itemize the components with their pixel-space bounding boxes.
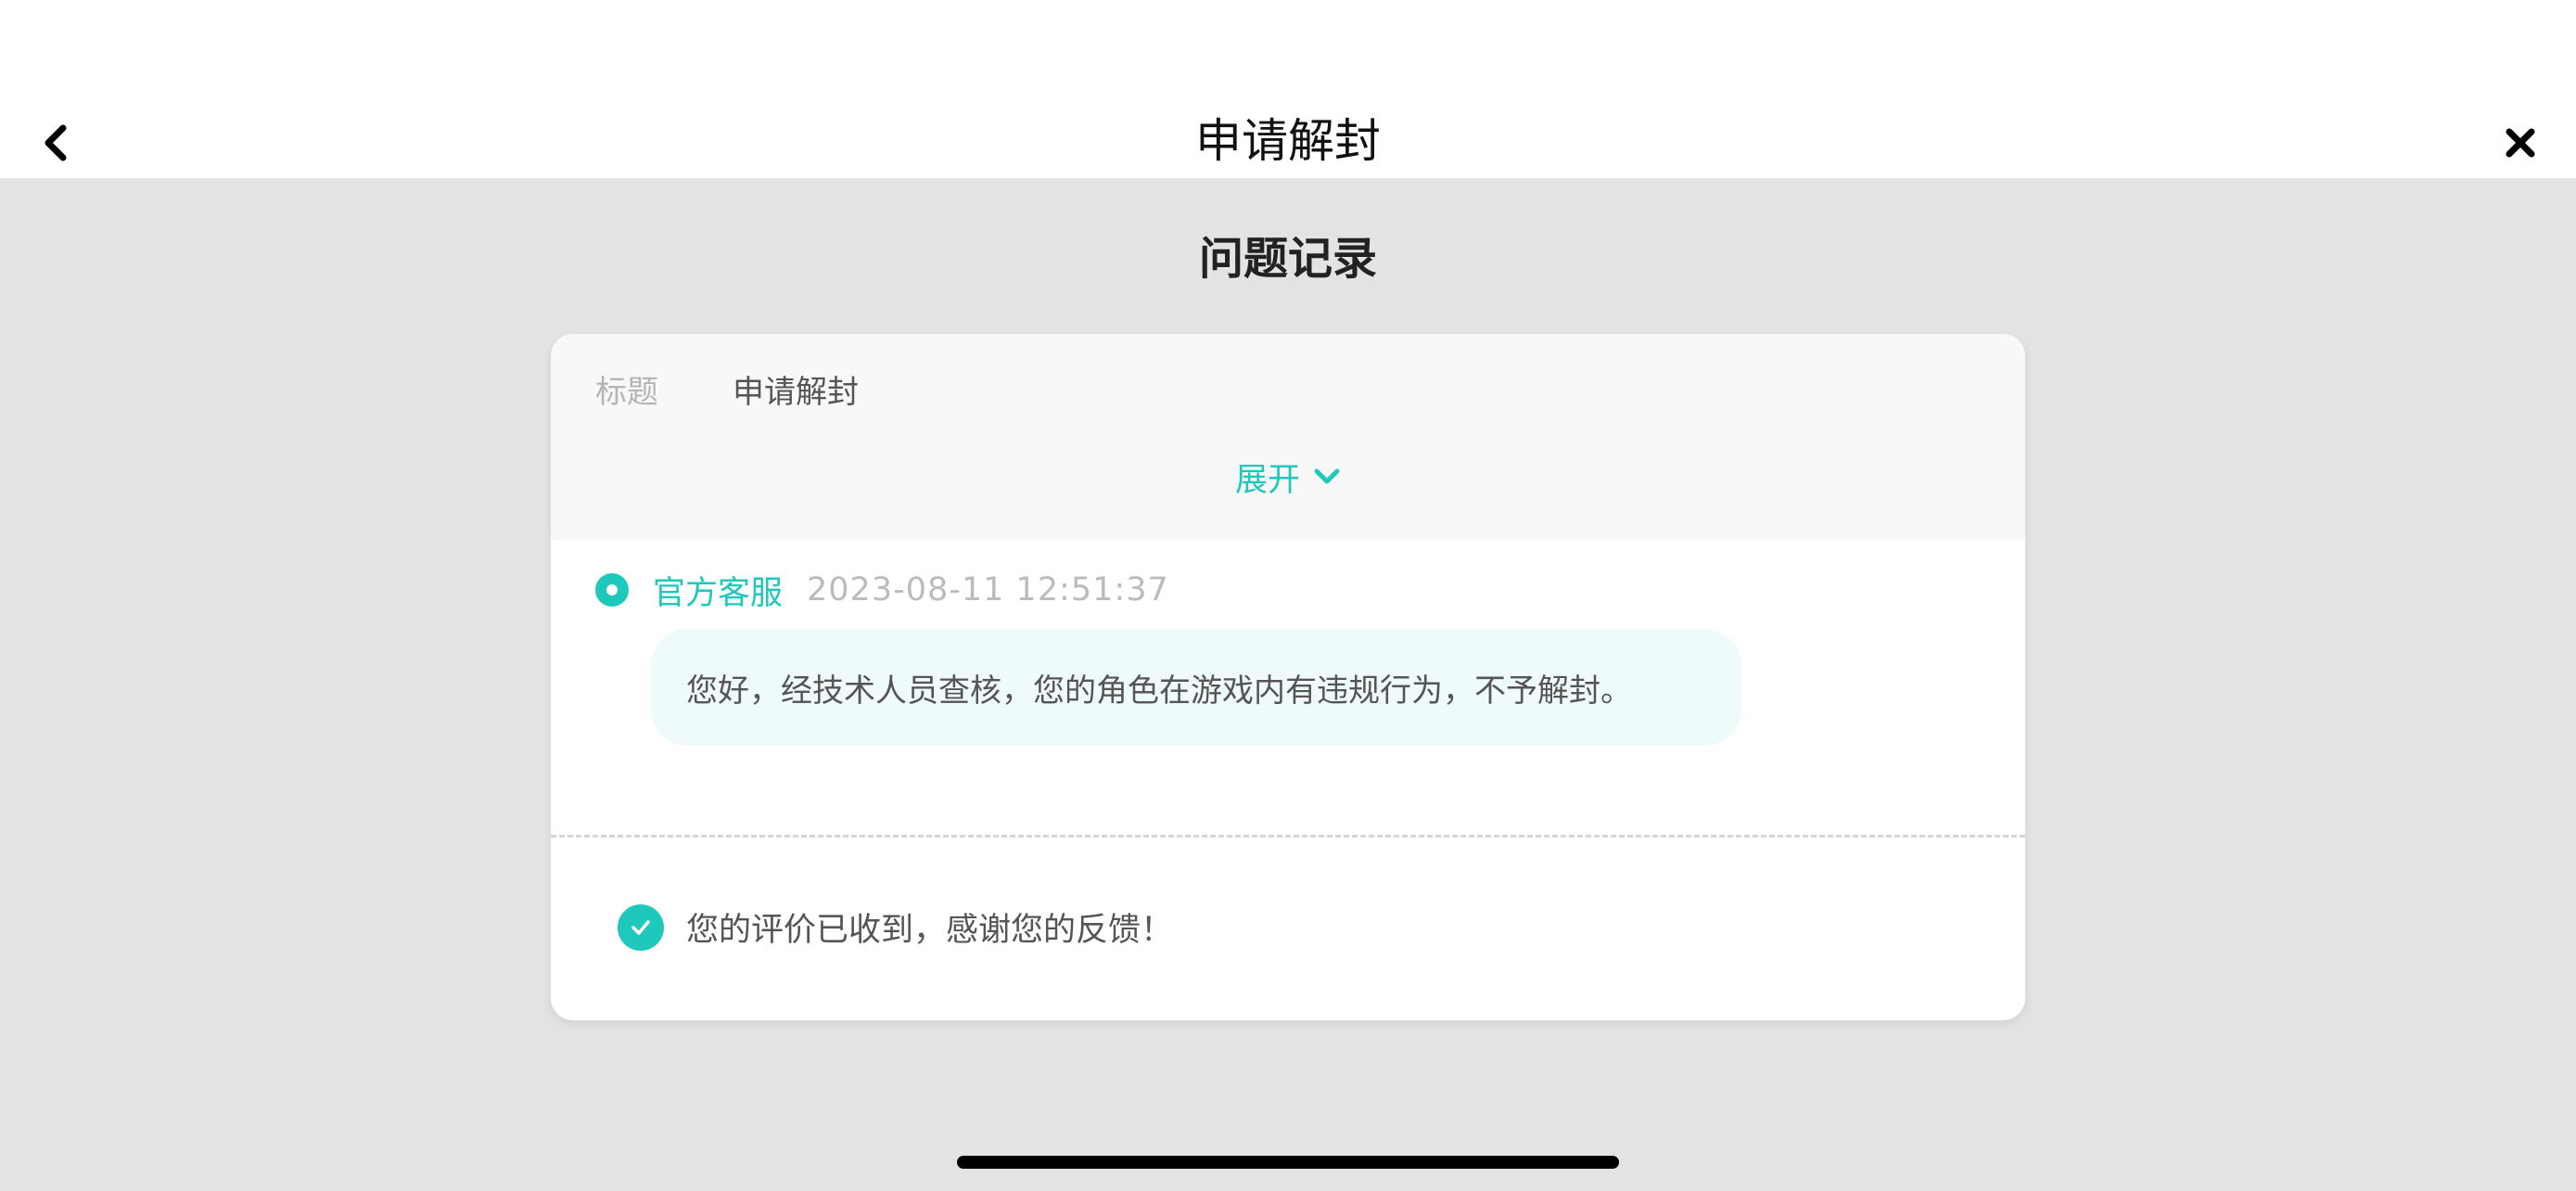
ticket-card: 标题 申请解封 展开 官方客服 2023-08-11 12:51:37 您好，经…	[551, 334, 2025, 1020]
status-dot-icon	[595, 573, 629, 607]
top-navigation-bar: 申请解封	[0, 0, 2576, 178]
feedback-text: 您的评价已收到，感谢您的反馈！	[686, 912, 1174, 949]
close-button[interactable]	[2498, 121, 2543, 165]
ticket-header: 标题 申请解封 展开	[551, 334, 2025, 540]
title-value: 申请解封	[733, 374, 859, 411]
check-circle-icon	[618, 903, 664, 951]
page-title: 申请解封	[1195, 114, 1381, 168]
message-bubble: 您好，经技术人员查核，您的角色在游戏内有违规行为，不予解封。	[651, 629, 1741, 746]
section-title: 问题记录	[1198, 233, 1377, 285]
message-meta: 官方客服 2023-08-11 12:51:37	[595, 566, 1169, 614]
chevron-down-icon	[1314, 468, 1340, 484]
message-sender: 官方客服	[653, 574, 784, 612]
close-icon	[2506, 128, 2535, 158]
title-label: 标题	[595, 374, 658, 411]
expand-button[interactable]: 展开	[551, 451, 2025, 503]
message-timestamp: 2023-08-11 12:51:37	[807, 571, 1169, 608]
expand-label: 展开	[1234, 461, 1300, 499]
feedback-confirmation: 您的评价已收到，感谢您的反馈！	[618, 903, 1173, 951]
message-text: 您好，经技术人员查核，您的角色在游戏内有违规行为，不予解封。	[686, 672, 1632, 710]
home-indicator[interactable]	[957, 1156, 1619, 1169]
dashed-divider	[551, 835, 2025, 838]
